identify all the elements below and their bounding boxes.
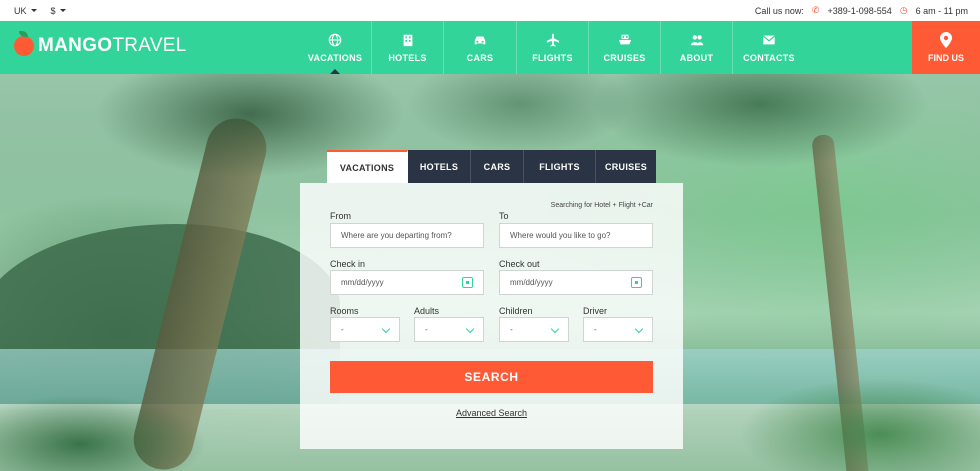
- tab-cruises[interactable]: CRUISES: [596, 150, 656, 183]
- main-nav: MANGOTRAVEL VACATIONS HOTELS CARS FLIGHT…: [0, 21, 980, 74]
- to-label: To: [499, 211, 509, 221]
- search-button[interactable]: SEARCH: [330, 361, 653, 393]
- phone-icon: ✆: [811, 5, 820, 15]
- checkout-label: Check out: [499, 259, 540, 269]
- tab-flights[interactable]: FLIGHTS: [524, 150, 596, 183]
- nav-item-hotels[interactable]: HOTELS: [372, 21, 444, 74]
- opening-hours: 6 am - 11 pm: [915, 5, 968, 16]
- locale-select[interactable]: UK: [14, 6, 37, 16]
- checkin-placeholder: mm/dd/yyyy: [341, 278, 384, 287]
- children-label: Children: [499, 306, 533, 316]
- globe-icon: [328, 33, 342, 46]
- nav-item-label: VACATIONS: [307, 52, 363, 63]
- tab-vacations[interactable]: VACATIONS: [327, 150, 408, 183]
- mango-icon: [14, 31, 34, 56]
- calendar-icon[interactable]: [631, 277, 642, 288]
- airplane-icon: [546, 33, 559, 47]
- nav-item-cars[interactable]: CARS: [444, 21, 517, 74]
- people-icon: [690, 34, 703, 45]
- chevron-down-icon: [381, 324, 391, 334]
- tab-cars[interactable]: CARS: [471, 150, 524, 183]
- find-us-button[interactable]: FIND US: [912, 21, 980, 74]
- nav-item-label: ABOUT: [679, 52, 714, 63]
- checkin-input[interactable]: mm/dd/yyyy: [330, 270, 484, 295]
- to-input[interactable]: Where would you like to go?: [499, 223, 653, 248]
- from-input[interactable]: Where are you departing from?: [330, 223, 484, 248]
- clock-icon: ◷: [899, 5, 908, 15]
- adults-select[interactable]: -: [414, 317, 484, 342]
- chevron-down-icon: [30, 9, 37, 12]
- search-panel: Searching for Hotel + Flight +Car From W…: [300, 183, 683, 449]
- brand-name-rest: TRAVEL: [112, 35, 187, 56]
- nav-item-vacations[interactable]: VACATIONS: [299, 21, 372, 74]
- currency-value: $: [50, 5, 56, 16]
- nav-item-label: CONTACTS: [743, 52, 795, 63]
- nav-item-label: HOTELS: [388, 52, 427, 63]
- brand-logo[interactable]: MANGOTRAVEL: [14, 31, 187, 57]
- nav-item-label: CRUISES: [603, 52, 646, 63]
- nav-item-about[interactable]: ABOUT: [661, 21, 733, 74]
- call-label: Call us now:: [754, 5, 804, 16]
- checkout-placeholder: mm/dd/yyyy: [510, 278, 553, 287]
- nav-item-cruises[interactable]: CRUISES: [589, 21, 661, 74]
- calendar-icon[interactable]: [462, 277, 473, 288]
- rooms-label: Rooms: [330, 306, 359, 316]
- driver-value: -: [594, 325, 597, 334]
- chevron-down-icon: [465, 324, 475, 334]
- from-label: From: [330, 211, 351, 221]
- nav-menu: VACATIONS HOTELS CARS FLIGHTS CRUISES AB…: [299, 21, 805, 74]
- chevron-down-icon: [59, 9, 66, 12]
- currency-select[interactable]: $: [51, 6, 66, 16]
- search-mode-note: Searching for Hotel + Flight +Car: [550, 202, 653, 209]
- adults-label: Adults: [414, 306, 440, 316]
- ship-icon: [618, 34, 631, 44]
- tab-hotels[interactable]: HOTELS: [408, 150, 471, 183]
- adults-value: -: [425, 325, 428, 334]
- nav-item-label: CARS: [466, 52, 494, 63]
- checkout-input[interactable]: mm/dd/yyyy: [499, 270, 653, 295]
- nav-item-contacts[interactable]: CONTACTS: [733, 21, 805, 74]
- chevron-down-icon: [550, 324, 560, 334]
- children-value: -: [510, 325, 513, 334]
- children-select[interactable]: -: [499, 317, 569, 342]
- find-us-label: FIND US: [928, 53, 964, 63]
- advanced-search-link[interactable]: Advanced Search: [300, 408, 683, 418]
- envelope-icon: [762, 35, 776, 44]
- nav-item-flights[interactable]: FLIGHTS: [517, 21, 589, 74]
- top-bar: UK $ Call us now: ✆ +389-1-098-554 ◷ 6 a…: [0, 0, 980, 21]
- top-bar-left: UK $: [14, 6, 66, 16]
- building-icon: [403, 34, 412, 46]
- checkin-label: Check in: [330, 259, 366, 269]
- phone-number[interactable]: +389-1-098-554: [827, 6, 891, 16]
- brand-name-bold: MANGO: [38, 35, 113, 56]
- top-bar-right: Call us now: ✆ +389-1-098-554 ◷ 6 am - 1…: [755, 5, 968, 16]
- rooms-select[interactable]: -: [330, 317, 400, 342]
- rooms-value: -: [341, 325, 344, 334]
- driver-select[interactable]: -: [583, 317, 653, 342]
- locale-value: UK: [14, 5, 27, 16]
- nav-item-label: FLIGHTS: [532, 52, 573, 63]
- chevron-down-icon: [634, 324, 644, 334]
- driver-label: Driver: [583, 306, 607, 316]
- car-icon: [474, 36, 486, 44]
- map-pin-icon: [940, 32, 952, 48]
- search-tabs: VACATIONS HOTELS CARS FLIGHTS CRUISES: [327, 150, 656, 183]
